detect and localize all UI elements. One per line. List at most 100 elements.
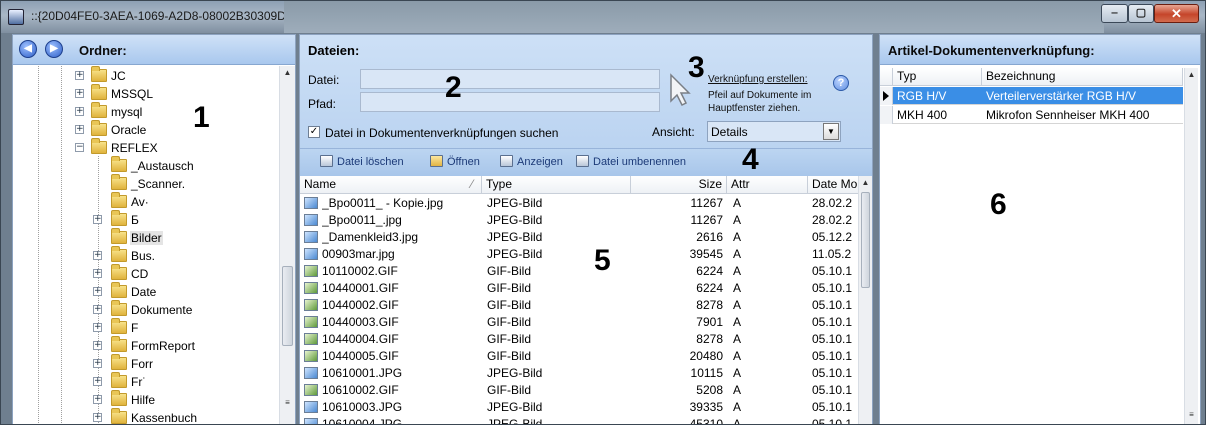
file-row[interactable]: 10110002.GIF GIF-Bild 6224 A 05.10.1	[300, 263, 860, 280]
maximize-button[interactable]: ▢	[1128, 4, 1154, 23]
show-button[interactable]: Anzeigen	[500, 155, 563, 168]
file-list-scrollbar[interactable]: ▲	[858, 176, 872, 424]
folder-tree-item[interactable]: + Hilfe	[13, 390, 279, 409]
search-checkbox[interactable]: ✓	[308, 126, 320, 138]
scroll-up-icon[interactable]: ▲	[280, 66, 295, 80]
file-row[interactable]: _Damenkleid3.jpg JPEG-Bild 2616 A 05.12.2	[300, 229, 860, 246]
file-row[interactable]: _Bpo0011_.jpg JPEG-Bild 11267 A 28.02.2	[300, 212, 860, 229]
expand-icon[interactable]: +	[93, 323, 102, 332]
folder-tree-item[interactable]: + Oracle	[13, 120, 279, 139]
delete-file-button[interactable]: Datei löschen	[320, 155, 404, 168]
col-typ[interactable]: Typ	[893, 68, 982, 86]
article-links-scrollbar[interactable]: ▲ ≡	[1184, 68, 1198, 424]
jpeg-file-icon	[304, 197, 318, 209]
expand-icon[interactable]: +	[93, 215, 102, 224]
col-type[interactable]: Type	[482, 176, 631, 194]
camera-icon	[500, 155, 513, 167]
folder-tree-item[interactable]: Bilder	[13, 228, 279, 247]
folder-tree-item[interactable]: Av·	[13, 192, 279, 211]
folder-tree-item[interactable]: + Date	[13, 282, 279, 301]
file-row[interactable]: 10440005.GIF GIF-Bild 20480 A 05.10.1	[300, 348, 860, 365]
folder-label: MSSQL	[111, 87, 154, 101]
folder-tree-item[interactable]: + CD	[13, 264, 279, 283]
folder-tree-item[interactable]: + MSSQL	[13, 84, 279, 103]
maximize-icon: ▢	[1135, 7, 1147, 19]
file-size: 7901	[696, 315, 723, 329]
expand-icon[interactable]: +	[93, 395, 102, 404]
expand-icon[interactable]: +	[93, 269, 102, 278]
file-scroll-up-icon[interactable]: ▲	[859, 176, 872, 190]
folder-tree-item[interactable]: + Dokumente	[13, 300, 279, 319]
expand-icon[interactable]: +	[93, 413, 102, 422]
open-button[interactable]: Öffnen	[430, 155, 480, 168]
close-button[interactable]: ✕	[1154, 4, 1199, 23]
folder-tree-item[interactable]: + mysql	[13, 102, 279, 121]
links-scroll-up-icon[interactable]: ▲	[1185, 68, 1198, 82]
create-link-label[interactable]: Verknüpfung erstellen:	[708, 74, 808, 85]
expand-icon[interactable]: +	[93, 305, 102, 314]
folder-tree-scroll-thumb[interactable]	[282, 266, 293, 346]
file-list[interactable]: Name ⁄ Type Size Attr Date Mo _Bpo0011_ -…	[300, 176, 872, 424]
col-size[interactable]: Size	[631, 176, 727, 194]
forward-icon[interactable]: ▶	[45, 40, 63, 58]
app-icon[interactable]	[8, 9, 24, 25]
expand-icon[interactable]: +	[75, 107, 84, 116]
col-name[interactable]: Name ⁄	[300, 176, 482, 194]
collapse-icon[interactable]: −	[75, 143, 84, 152]
folder-tree-item[interactable]: + JC	[13, 66, 279, 85]
col-bezeichnung[interactable]: Bezeichnung	[982, 68, 1183, 86]
title-bar[interactable]: ::{20D04FE0-3AEA-1069-A2D8-08002B30309D}…	[1, 1, 1205, 33]
jpeg-file-icon	[304, 418, 318, 424]
folder-tree-item[interactable]: _Austausch	[13, 156, 279, 175]
folder-tree[interactable]: + JC + MSSQL + mysql + Oracle − REFLEX _Austausch _…	[13, 66, 279, 424]
file-list-scroll-thumb[interactable]	[861, 192, 870, 288]
folder-tree-item[interactable]: − REFLEX	[13, 138, 279, 157]
article-links-grid[interactable]: Typ Bezeichnung RGB H/V Verteilerverstärk…	[880, 66, 1200, 424]
folder-tree-item[interactable]: + Bus.	[13, 246, 279, 265]
pfad-field[interactable]	[360, 92, 660, 112]
folder-tree-item[interactable]: + Forr	[13, 354, 279, 373]
chevron-down-icon[interactable]: ▼	[823, 123, 839, 140]
expand-icon[interactable]: +	[93, 359, 102, 368]
file-row[interactable]: _Bpo0011_ - Kopie.jpg JPEG-Bild 11267 A 28.0…	[300, 195, 860, 212]
expand-icon[interactable]: +	[93, 287, 102, 296]
article-link-row[interactable]: RGB H/V Verteilerverstärker RGB H/V	[880, 87, 1183, 105]
folder-tree-item[interactable]: + F	[13, 318, 279, 337]
back-icon[interactable]: ◀	[19, 40, 37, 58]
expand-icon[interactable]: +	[75, 89, 84, 98]
folder-icon	[111, 282, 127, 298]
file-row[interactable]: 10610002.GIF GIF-Bild 5208 A 05.10.1	[300, 382, 860, 399]
minimize-button[interactable]: ‒	[1101, 4, 1128, 23]
help-icon[interactable]: ?	[833, 75, 849, 91]
file-date: 05.10.1	[812, 298, 853, 312]
expand-icon[interactable]: +	[93, 251, 102, 260]
folder-tree-item[interactable]: + Kassenbuch	[13, 408, 279, 424]
expand-icon[interactable]: +	[75, 71, 84, 80]
row-marker	[880, 106, 893, 124]
expand-icon[interactable]: +	[93, 341, 102, 350]
file-row[interactable]: 10440004.GIF GIF-Bild 8278 A 05.10.1	[300, 331, 860, 348]
datei-field[interactable]	[360, 69, 660, 89]
file-row[interactable]: 10440003.GIF GIF-Bild 7901 A 05.10.1	[300, 314, 860, 331]
jpeg-file-icon	[304, 231, 318, 243]
file-row[interactable]: 10610003.JPG JPEG-Bild 39335 A 05.10.1	[300, 399, 860, 416]
folder-tree-item[interactable]: _Scanner.	[13, 174, 279, 193]
file-type: JPEG-Bild	[487, 230, 543, 244]
file-row[interactable]: 10610001.JPG JPEG-Bild 10115 A 05.10.1	[300, 365, 860, 382]
folder-tree-item[interactable]: + Fr˙	[13, 372, 279, 391]
folder-tree-item[interactable]: + FormReport	[13, 336, 279, 355]
rename-file-button[interactable]: Datei umbenennen	[576, 155, 686, 168]
file-row[interactable]: 00903mar.jpg JPEG-Bild 39545 A 11.05.2	[300, 246, 860, 263]
expand-icon[interactable]: +	[93, 377, 102, 386]
file-attr: A	[733, 281, 742, 295]
article-link-row[interactable]: MKH 400 Mikrofon Sennheiser MKH 400	[880, 106, 1183, 124]
col-attr[interactable]: Attr	[727, 176, 808, 194]
col-date[interactable]: Date Mo	[808, 176, 860, 194]
file-row[interactable]: 10440001.GIF GIF-Bild 6224 A 05.10.1	[300, 280, 860, 297]
file-row[interactable]: 10440002.GIF GIF-Bild 8278 A 05.10.1	[300, 297, 860, 314]
folder-tree-item[interactable]: + Б	[13, 210, 279, 229]
file-row[interactable]: 10610004.JPG JPEG-Bild 45310 A 05.10.1	[300, 416, 860, 424]
ansicht-select[interactable]: Details ▼	[707, 121, 841, 142]
expand-icon[interactable]: +	[75, 125, 84, 134]
folder-tree-scrollbar[interactable]: ▲ ≡	[279, 66, 295, 424]
